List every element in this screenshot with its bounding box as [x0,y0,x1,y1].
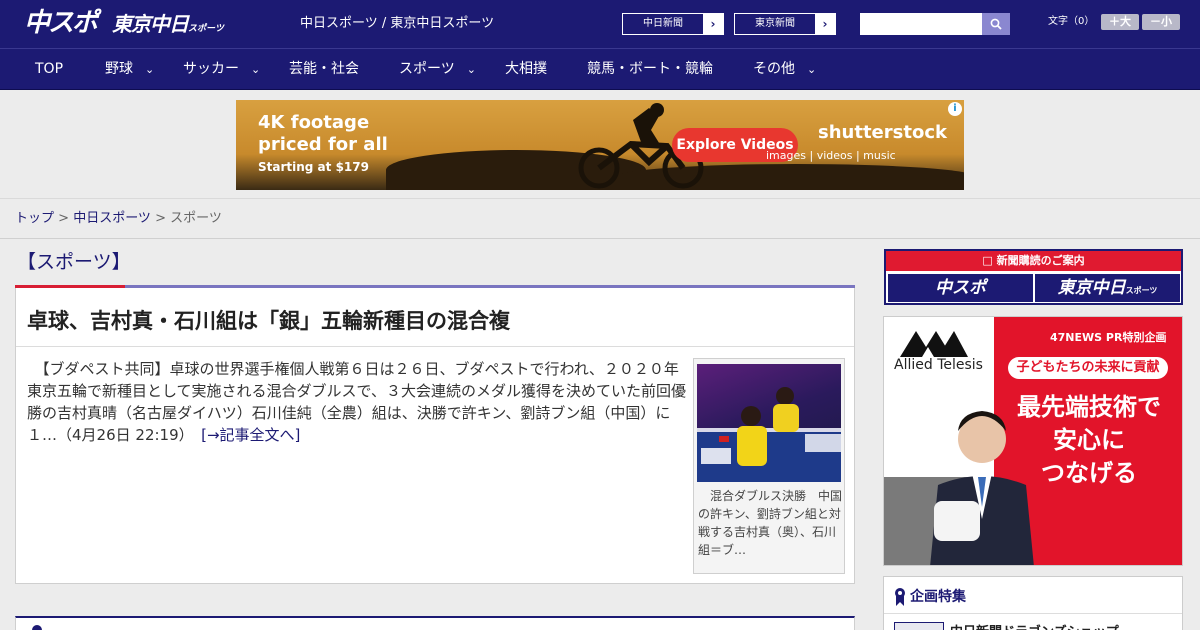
tokyo-logo-small: スポーツ [1125,286,1158,295]
shutterstock-tagline: images | videos | music [766,149,896,162]
allied-telesis-brand: Allied Telesis [894,357,983,373]
chunichi-shimbun-label: 中日新聞 [643,18,683,29]
site-links[interactable]: 中日スポーツ / 東京中日スポーツ [300,16,494,32]
breadcrumb-home-link[interactable]: トップ [15,211,54,226]
search-icon [990,18,1002,30]
font-smaller-button[interactable]: －小 [1142,14,1180,30]
article-card: 卓球、吉村真・石川組は「銀」五輪新種目の混合複 【ブダペスト共同】卓球の世界選手… [15,288,855,584]
nav-item-sports[interactable]: スポーツ ⌄ [399,49,476,91]
subscribe-tokyo-chunichi-button[interactable]: 東京中日スポーツ [1035,274,1180,302]
chevron-down-icon: ⌄ [466,63,476,76]
chevron-down-icon: ⌄ [145,63,155,76]
section-title: 【スポーツ】 [15,248,131,288]
tokyo-chunichi-logo[interactable]: 東京中日スポーツ [112,12,224,41]
feature-item-dragons-shop[interactable]: 中日新聞ドラゴンズショップ [950,621,1119,630]
ribbon-badge-icon [895,588,905,606]
nav-label: 競馬・ボート・競輪 [587,61,713,77]
ad-headline-line1: 4K footage [258,112,370,133]
shutterstock-logo: shutterstock [818,122,947,143]
font-larger-button[interactable]: ＋大 [1101,14,1139,30]
article-divider [16,346,854,347]
ad-pr-label: 47NEWS PR特別企画 [1050,331,1167,344]
article-title[interactable]: 卓球、吉村真・石川組は「銀」五輪新種目の混合複 [27,306,510,336]
ad-headline: 4K footage priced for all [258,112,388,156]
nav-item-entertainment[interactable]: 芸能・社会 [289,49,359,91]
read-more-link[interactable]: [→記事全文へ] [201,426,300,444]
nav-label: TOP [35,61,64,77]
ad-pill-text: 子どもたちの未来に貢献 [1008,357,1168,379]
nav-label: サッカー [183,61,239,77]
nav-item-racing[interactable]: 競馬・ボート・競輪 [587,49,713,91]
article-photo-box[interactable]: 混合ダブルス決勝 中国の許キン、劉詩ブン組と対戦する吉村真（奥）、石川組＝ブ… [693,358,845,574]
ad-info-icon[interactable]: i [948,102,962,116]
ad-subtext: Starting at $179 [258,160,369,174]
ad-copy-line1: 最先端技術で [1017,393,1161,421]
breadcrumb-separator: > [54,211,74,226]
table-tennis-photo-icon [697,387,841,482]
breadcrumb-parent-link[interactable]: 中日スポーツ [73,211,151,226]
feature-special-box: 企画特集 中日新聞ドラゴンズショップ [883,576,1183,630]
article-photo[interactable] [697,364,841,482]
search-button[interactable] [982,13,1010,35]
chuspo-logo[interactable]: 中スポ [24,8,98,38]
chevron-right-icon: › [815,14,835,34]
section-ribbon-icon [32,625,42,630]
main-nav: TOP 野球 ⌄ サッカー ⌄ 芸能・社会 スポーツ ⌄ 大相撲 競馬・ボート・競輪 … [0,48,1200,90]
chevron-down-icon: ⌄ [807,63,817,76]
subscription-box: □ 新聞購読のご案内 中スポ 東京中日スポーツ [884,249,1183,305]
breadcrumb-bar: トップ > 中日スポーツ > スポーツ [0,198,1200,239]
nav-item-other[interactable]: その他 ⌄ [753,49,816,91]
article-body: 【ブダペスト共同】卓球の世界選手権個人戦第６日は２６日、ブダペストで行われ、２０… [27,358,687,446]
subscribe-chuspo-button[interactable]: 中スポ [888,274,1033,302]
tokyo-shimbun-button[interactable]: 東京新聞 › [734,13,836,35]
photo-caption: 混合ダブルス決勝 中国の許キン、劉詩ブン組と対戦する吉村真（奥）、石川組＝ブ… [698,489,843,557]
font-size-label: 文字（0） [1048,16,1095,27]
breadcrumb-current: スポーツ [170,211,222,226]
tokyo-logo-small: スポーツ [188,24,224,34]
chunichi-shimbun-button[interactable]: 中日新聞 › [622,13,724,35]
tokyo-shimbun-label: 東京新聞 [755,18,795,29]
tokyo-logo-text: 東京中日 [112,12,189,36]
newspaper-icon: □ [982,254,997,267]
top-header: 中スポ 東京中日スポーツ 中日スポーツ / 東京中日スポーツ 中日新聞 › 東京… [0,0,1200,48]
nav-item-baseball[interactable]: 野球 ⌄ [105,49,154,91]
feature-divider [884,613,1182,614]
shutterstock-ad-banner[interactable]: 4K footage priced for all Starting at $17… [236,100,964,190]
nav-label: スポーツ [399,61,455,77]
nav-item-sumo[interactable]: 大相撲 [505,49,547,91]
subscription-heading-text: 新聞購読のご案内 [996,254,1085,267]
nav-label: 芸能・社会 [289,61,359,77]
allied-telesis-logo-icon [900,331,968,357]
breadcrumb-separator: > [150,211,171,226]
allied-telesis-ad[interactable]: Allied Telesis 47NEWS PR特別企画 子どもたちの未来に貢献… [883,316,1183,566]
chevron-right-icon: › [703,14,723,34]
nav-label: 野球 [105,61,133,77]
ad-main-copy: 最先端技術で 安心に つなげる [1000,391,1178,490]
ad-copy-line2: 安心に [1053,426,1125,454]
ad-copy-line3: つなげる [1041,459,1137,487]
article-text: 【ブダペスト共同】卓球の世界選手権個人戦第６日は２６日、ブダペストで行われ、２０… [27,360,686,444]
nav-item-top[interactable]: TOP [35,49,63,91]
nav-item-soccer[interactable]: サッカー ⌄ [183,49,260,91]
chevron-down-icon: ⌄ [251,63,261,76]
subscription-heading: □ 新聞購読のご案内 [886,251,1181,271]
breadcrumb: トップ > 中日スポーツ > スポーツ [15,211,222,227]
nav-label: 大相撲 [505,61,547,77]
feature-title: 企画特集 [910,589,966,605]
next-section-card [15,616,855,630]
search-input[interactable] [860,13,982,35]
nav-label: その他 [753,61,795,77]
tokyo-logo-text: 東京中日 [1057,278,1126,298]
ad-headline-line2: priced for all [258,134,388,155]
feature-thumbnail[interactable] [894,622,944,630]
